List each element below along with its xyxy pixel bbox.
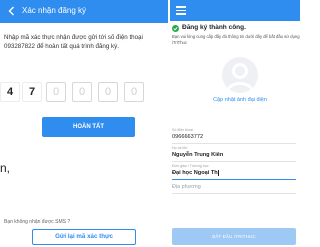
otp-digit-2[interactable]: 7 bbox=[22, 82, 42, 102]
instruction-text: Nhập mã xác thực nhận được gửi tới số đi… bbox=[4, 34, 143, 50]
success-description: Bạn vui lòng cung cấp đầy đủ thông tin d… bbox=[172, 34, 300, 45]
field-value: Nguyễn Trung Kiên bbox=[172, 152, 224, 158]
field-value: 0966663772 bbox=[172, 134, 204, 140]
avatar-placeholder-icon[interactable] bbox=[222, 57, 258, 93]
text-caret bbox=[218, 169, 219, 176]
field-value: Đại học Ngoại Th bbox=[172, 170, 218, 176]
page-title: Xác nhận đăng ký bbox=[22, 6, 87, 15]
back-arrow-icon[interactable] bbox=[6, 5, 18, 17]
otp-digit-4[interactable]: 0 bbox=[72, 82, 92, 102]
start-button[interactable]: BẮT ĐẦU iTRITHUC bbox=[172, 228, 296, 245]
update-photo-link[interactable]: Cập nhật ảnh đại diện bbox=[190, 97, 290, 104]
header-bar bbox=[170, 0, 300, 21]
otp-digit-5[interactable]: 0 bbox=[98, 82, 118, 102]
location-field[interactable]: Địa phương bbox=[172, 183, 296, 194]
menu-icon[interactable] bbox=[176, 6, 186, 15]
phone-field[interactable]: Số điện thoại 0966663772 bbox=[172, 128, 296, 144]
otp-digit-6[interactable]: 0 bbox=[124, 82, 144, 102]
success-title: Đăng ký thành công. bbox=[182, 24, 246, 31]
check-circle-icon bbox=[172, 24, 179, 32]
finish-button[interactable]: HOÀN TẤT bbox=[42, 117, 135, 137]
profile-screen: Đăng ký thành công. Bạn vui lòng cung cấ… bbox=[170, 0, 300, 247]
verify-screen: Xác nhận đăng ký Nhập mã xác thực nhận đ… bbox=[0, 0, 168, 247]
school-field[interactable]: Đơn giáo / Trường học Đại học Ngoại Th bbox=[172, 164, 296, 180]
stray-text: n, bbox=[0, 161, 11, 175]
otp-digit-3[interactable]: 0 bbox=[46, 82, 66, 102]
name-field[interactable]: Họ và tên Nguyễn Trung Kiên bbox=[172, 146, 296, 162]
success-row: Đăng ký thành công. bbox=[172, 24, 246, 32]
otp-digit-1[interactable]: 4 bbox=[0, 82, 20, 102]
field-placeholder: Địa phương bbox=[172, 184, 201, 190]
no-sms-label: Bạn không nhận được SMS ? bbox=[4, 219, 71, 225]
header-bar: Xác nhận đăng ký bbox=[0, 0, 168, 23]
resend-code-button[interactable]: Gửi lại mã xác thực bbox=[32, 229, 136, 245]
